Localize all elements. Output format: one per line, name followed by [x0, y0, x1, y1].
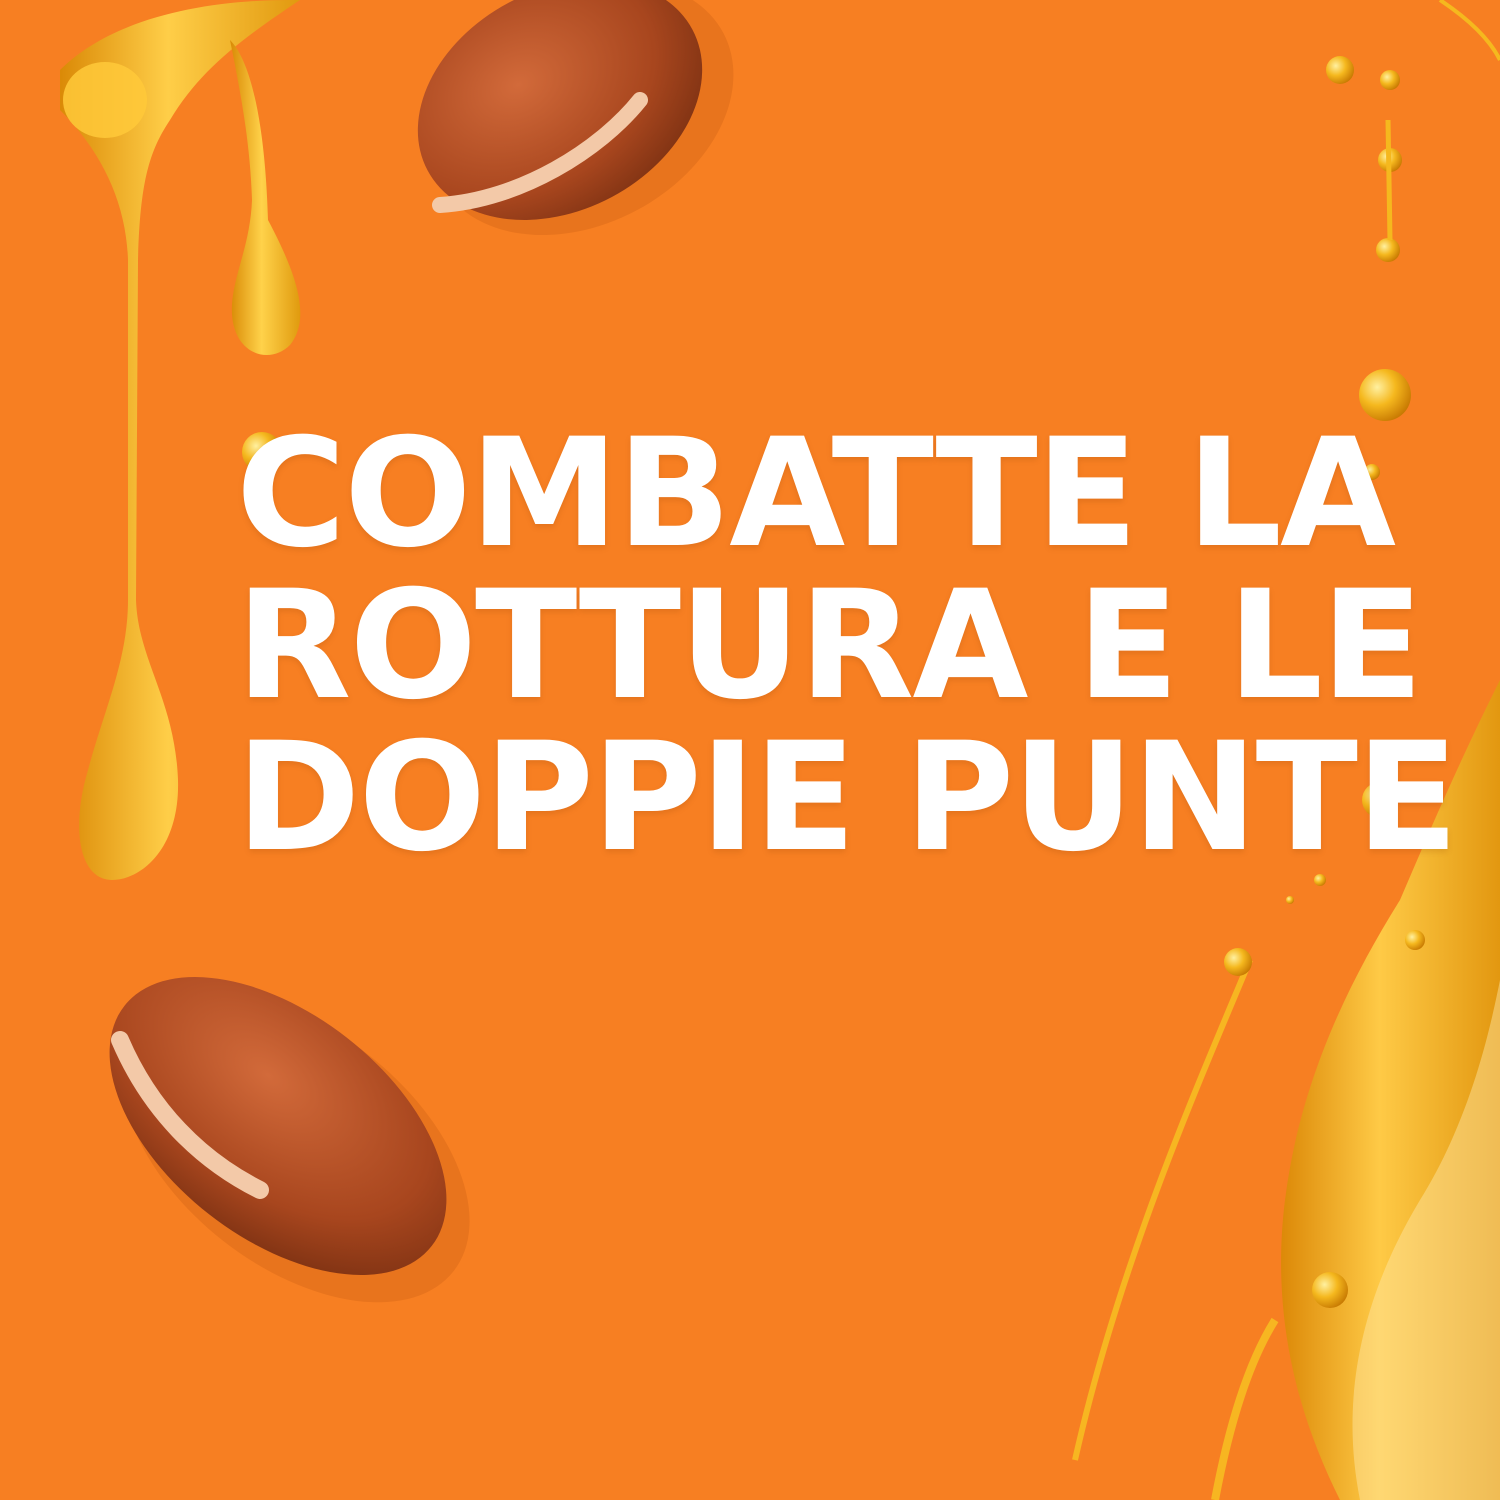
headline-line-3: DOPPIE PUNTE — [236, 711, 1458, 885]
headline-line-1: COMBATTE LA — [236, 407, 1396, 581]
headline-line-2: ROTTURA E LE — [236, 559, 1423, 733]
argan-seed-icon — [109, 976, 470, 1303]
headline: COMBATTE LA ROTTURA E LE DOPPIE PUNTE — [236, 407, 1458, 885]
argan-seed-icon — [417, 0, 734, 236]
